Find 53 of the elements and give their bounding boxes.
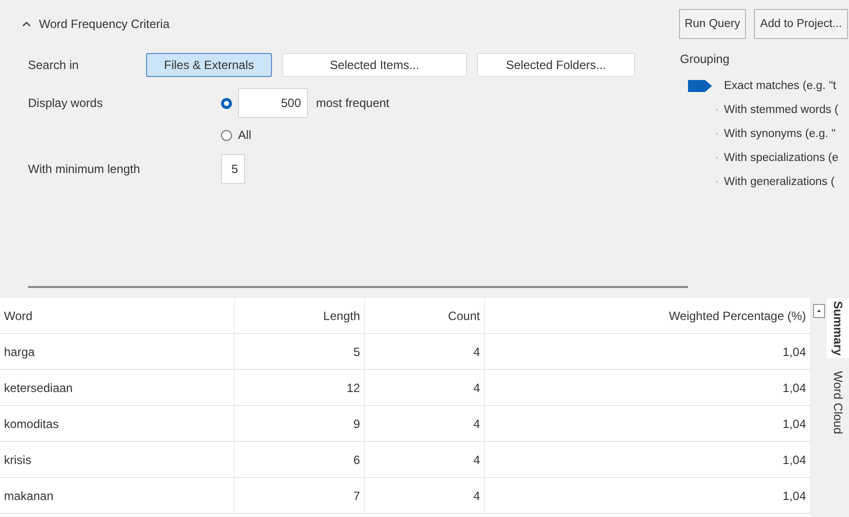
grouping-option: With generalizations ( (724, 176, 835, 188)
table-cell: krisis (0, 442, 235, 478)
field-label: Search in (28, 58, 80, 72)
table-cell: 12 (235, 370, 365, 406)
table-cell: 1,04 (485, 334, 811, 370)
slider-tick[interactable] (716, 181, 718, 183)
slider-tick[interactable] (716, 133, 718, 135)
scroll-up-icon[interactable] (813, 304, 825, 318)
scope-button[interactable]: Files & Externals (146, 53, 272, 77)
radio-label: All (238, 128, 252, 142)
table-cell: komoditas (0, 406, 235, 442)
length-field[interactable]: 5 (221, 154, 245, 184)
slider-tick[interactable] (716, 157, 718, 159)
table-cell: 7 (235, 478, 365, 514)
column-header[interactable]: Word (0, 298, 235, 334)
field-label: Display words (28, 96, 103, 110)
collapse-icon[interactable] (22, 21, 31, 27)
field-label: With minimum length (28, 162, 142, 176)
action-button[interactable]: Run Query (678, 9, 746, 39)
table-cell: harga (0, 334, 235, 370)
table-cell: 6 (235, 442, 365, 478)
side-tab[interactable]: Summary (827, 298, 849, 358)
table-cell: 4 (365, 370, 485, 406)
table-cell: 1,04 (485, 478, 811, 514)
grouping-label: Grouping (680, 52, 730, 66)
table-cell: 4 (365, 406, 485, 442)
scope-button[interactable]: Selected Folders... (477, 53, 635, 77)
table-cell: 9 (235, 406, 365, 442)
table-cell: 4 (365, 478, 485, 514)
table-cell: 1,04 (485, 406, 811, 442)
section-title: Word Frequency Criteria (39, 17, 170, 31)
grouping-option: With specializations (e (724, 152, 838, 164)
radio-button[interactable] (221, 130, 232, 140)
count-field[interactable]: 500 (238, 88, 308, 118)
table-cell: 1,04 (485, 370, 811, 406)
scope-button[interactable]: Selected Items... (282, 53, 467, 77)
radio-button[interactable] (221, 98, 232, 108)
column-header[interactable]: Weighted Percentage (%) (485, 298, 811, 334)
action-button[interactable]: Add to Project... (754, 9, 848, 39)
column-header[interactable]: Count (365, 298, 485, 334)
table-cell: 4 (365, 334, 485, 370)
table-cell: makanan (0, 478, 235, 514)
column-header[interactable]: Length (235, 298, 365, 334)
grouping-option: With synonyms (e.g. " (724, 128, 836, 140)
table-cell: ketersediaan (0, 370, 235, 406)
table-cell: 5 (235, 334, 365, 370)
table-cell: 4 (365, 442, 485, 478)
slider-thumb[interactable] (688, 80, 712, 92)
slider-tick[interactable] (716, 109, 718, 111)
grouping-option: Exact matches (e.g. "t (724, 80, 836, 92)
table-cell: 1,04 (485, 442, 811, 478)
field-suffix: most frequent (316, 96, 390, 110)
grouping-option: With stemmed words ( (724, 104, 838, 116)
